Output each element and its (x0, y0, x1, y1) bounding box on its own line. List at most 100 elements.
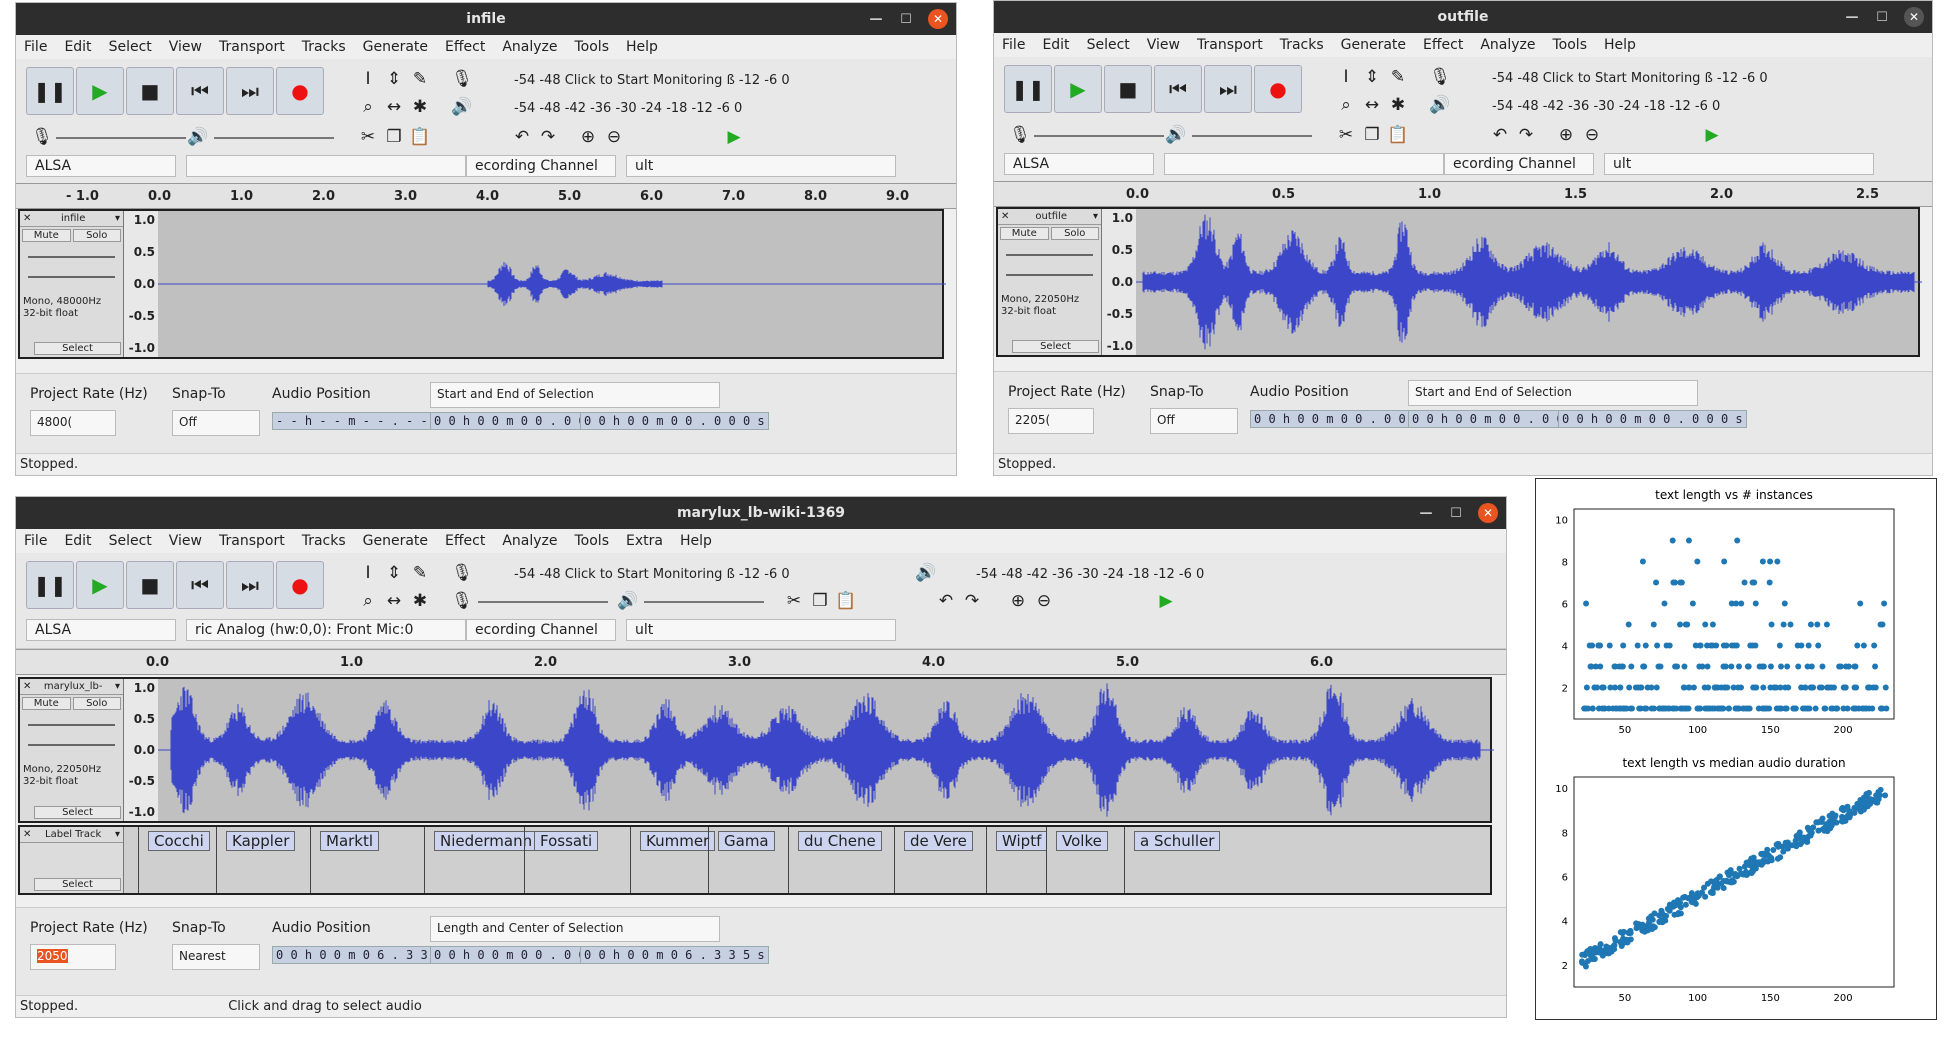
label-1[interactable]: Cocchi (148, 831, 210, 851)
menu-transport[interactable]: Transport (1197, 37, 1263, 53)
track-select-button[interactable]: Select (34, 342, 121, 355)
play-meter-icon[interactable]: 🔊 (1428, 93, 1452, 117)
zoom-tool-icon[interactable]: ⌕ (356, 589, 380, 613)
track-close-icon[interactable]: ✕ (23, 681, 31, 692)
recording-device-select[interactable]: ric Analog (hw:0,0): Front Mic:0 (186, 619, 466, 641)
label-6[interactable]: Kummer (640, 831, 716, 851)
draw-tool-icon[interactable]: ✎ (408, 67, 432, 91)
waveform[interactable] (158, 211, 946, 357)
label-marker[interactable] (708, 827, 709, 893)
playback-volume-slider[interactable] (644, 601, 764, 603)
zoom-tool-icon[interactable]: ⌕ (1334, 93, 1358, 117)
close-icon[interactable]: ✕ (1478, 503, 1498, 523)
label-marker[interactable] (788, 827, 789, 893)
zoom-out-icon[interactable]: ⊖ (602, 125, 626, 149)
zoom-in-icon[interactable]: ⊕ (576, 125, 600, 149)
menu-analyze[interactable]: Analyze (1480, 37, 1535, 53)
menu-view[interactable]: View (169, 533, 202, 549)
playback-meter[interactable]: -54 -48 -42 -36 -30 -24 -18 -12 -6 0 (976, 563, 1204, 585)
pause-button[interactable]: ❚❚ (1004, 65, 1052, 113)
selection-end-field[interactable]: 0 0 h 0 0 m 0 0 . 0 0 0 s (1558, 410, 1747, 428)
recording-channel-select[interactable]: ecording Channel (466, 155, 616, 177)
stop-button[interactable]: ■ (126, 561, 174, 609)
playback-volume-slider[interactable] (214, 137, 334, 139)
menu-tools[interactable]: Tools (1553, 37, 1588, 53)
label-marker[interactable] (138, 827, 139, 893)
undo-icon[interactable]: ↶ (934, 589, 958, 613)
copy-icon[interactable]: ❐ (382, 125, 406, 149)
stop-button[interactable]: ■ (1104, 65, 1152, 113)
menu-edit[interactable]: Edit (1042, 37, 1069, 53)
mute-button[interactable]: Mute (22, 697, 71, 710)
pause-button[interactable]: ❚❚ (26, 561, 74, 609)
menu-help[interactable]: Help (626, 39, 658, 55)
audio-track[interactable]: ✕ infile ▾ Mute Solo Mono, 48000Hz 32-bit f… (18, 209, 946, 359)
track-close-icon[interactable]: ✕ (1001, 211, 1009, 222)
play-button[interactable]: ▶ (1054, 65, 1102, 113)
undo-icon[interactable]: ↶ (1488, 123, 1512, 147)
menu-view[interactable]: View (169, 39, 202, 55)
play-at-speed-icon[interactable]: ▶ (1154, 589, 1178, 613)
envelope-tool-icon[interactable]: ⇕ (382, 67, 406, 91)
menu-tracks[interactable]: Tracks (302, 533, 346, 549)
track-close-icon[interactable]: ✕ (23, 829, 31, 840)
maximize-icon[interactable]: ☐ (898, 12, 914, 27)
host-select[interactable]: ALSA (26, 155, 176, 177)
label-8[interactable]: du Chene (798, 831, 882, 851)
record-meter[interactable]: -54 -48 Click to Start Monitoring ß -12 … (514, 69, 790, 91)
zoom-out-icon[interactable]: ⊖ (1032, 589, 1056, 613)
solo-button[interactable]: Solo (72, 229, 121, 242)
recording-device-select[interactable] (186, 155, 466, 177)
draw-tool-icon[interactable]: ✎ (408, 561, 432, 585)
minimize-icon[interactable]: — (868, 12, 884, 27)
menu-effect[interactable]: Effect (445, 39, 485, 55)
redo-icon[interactable]: ↷ (960, 589, 984, 613)
record-volume-slider[interactable] (1034, 135, 1164, 137)
redo-icon[interactable]: ↷ (1514, 123, 1538, 147)
track-menu-icon[interactable]: ▾ (115, 681, 120, 692)
zoom-in-icon[interactable]: ⊕ (1554, 123, 1578, 147)
pan-slider[interactable] (28, 744, 115, 746)
skip-start-button[interactable]: ⏮ (176, 561, 224, 609)
audio-track[interactable]: ✕ outfile ▾ Mute Solo Mono, 22050Hz 32-bit … (996, 207, 1922, 357)
play-meter-icon[interactable]: 🔊 (914, 561, 938, 585)
label-track-name[interactable]: Label Track (45, 829, 101, 840)
track-select-button[interactable]: Select (34, 806, 121, 819)
play-at-speed-icon[interactable]: ▶ (722, 125, 746, 149)
cut-icon[interactable]: ✂ (356, 125, 380, 149)
menu-effect[interactable]: Effect (445, 533, 485, 549)
pause-button[interactable]: ❚❚ (26, 67, 74, 115)
skip-end-button[interactable]: ⏭ (226, 561, 274, 609)
track-name[interactable]: marylux_lb- (44, 681, 103, 692)
close-icon[interactable]: ✕ (1904, 7, 1924, 27)
selection-mode-select[interactable]: Start and End of Selection (430, 382, 720, 408)
skip-end-button[interactable]: ⏭ (226, 67, 274, 115)
menu-tracks[interactable]: Tracks (1280, 37, 1324, 53)
mute-button[interactable]: Mute (1000, 227, 1049, 240)
playback-device-select[interactable]: ult (626, 155, 896, 177)
menu-edit[interactable]: Edit (64, 39, 91, 55)
maximize-icon[interactable]: ☐ (1448, 506, 1464, 521)
track-name[interactable]: outfile (1035, 211, 1067, 222)
snap-to-select[interactable]: Off (172, 410, 260, 436)
label-2[interactable]: Kappler (226, 831, 296, 851)
record-meter[interactable]: -54 -48 Click to Start Monitoring ß -12 … (1492, 67, 1768, 89)
record-volume-slider[interactable] (478, 601, 608, 603)
gain-slider[interactable] (28, 256, 115, 258)
minimize-icon[interactable]: — (1418, 506, 1434, 521)
zoom-in-icon[interactable]: ⊕ (1006, 589, 1030, 613)
menu-tools[interactable]: Tools (575, 533, 610, 549)
menu-analyze[interactable]: Analyze (502, 533, 557, 549)
menu-select[interactable]: Select (109, 39, 152, 55)
playback-device-select[interactable]: ult (626, 619, 896, 641)
menu-select[interactable]: Select (1087, 37, 1130, 53)
waveform[interactable] (158, 679, 1494, 821)
menu-help[interactable]: Help (680, 533, 712, 549)
menu-transport[interactable]: Transport (219, 533, 285, 549)
project-rate-combo[interactable]: 2050 (30, 944, 116, 970)
label-marker[interactable] (1124, 827, 1125, 893)
selection-mode-select[interactable]: Start and End of Selection (1408, 380, 1698, 406)
label-area[interactable]: Cocchi Kappler Marktl Niedermann Fossati Kumm… (124, 827, 1490, 893)
host-select[interactable]: ALSA (1004, 153, 1154, 175)
snap-to-select[interactable]: Off (1150, 408, 1238, 434)
